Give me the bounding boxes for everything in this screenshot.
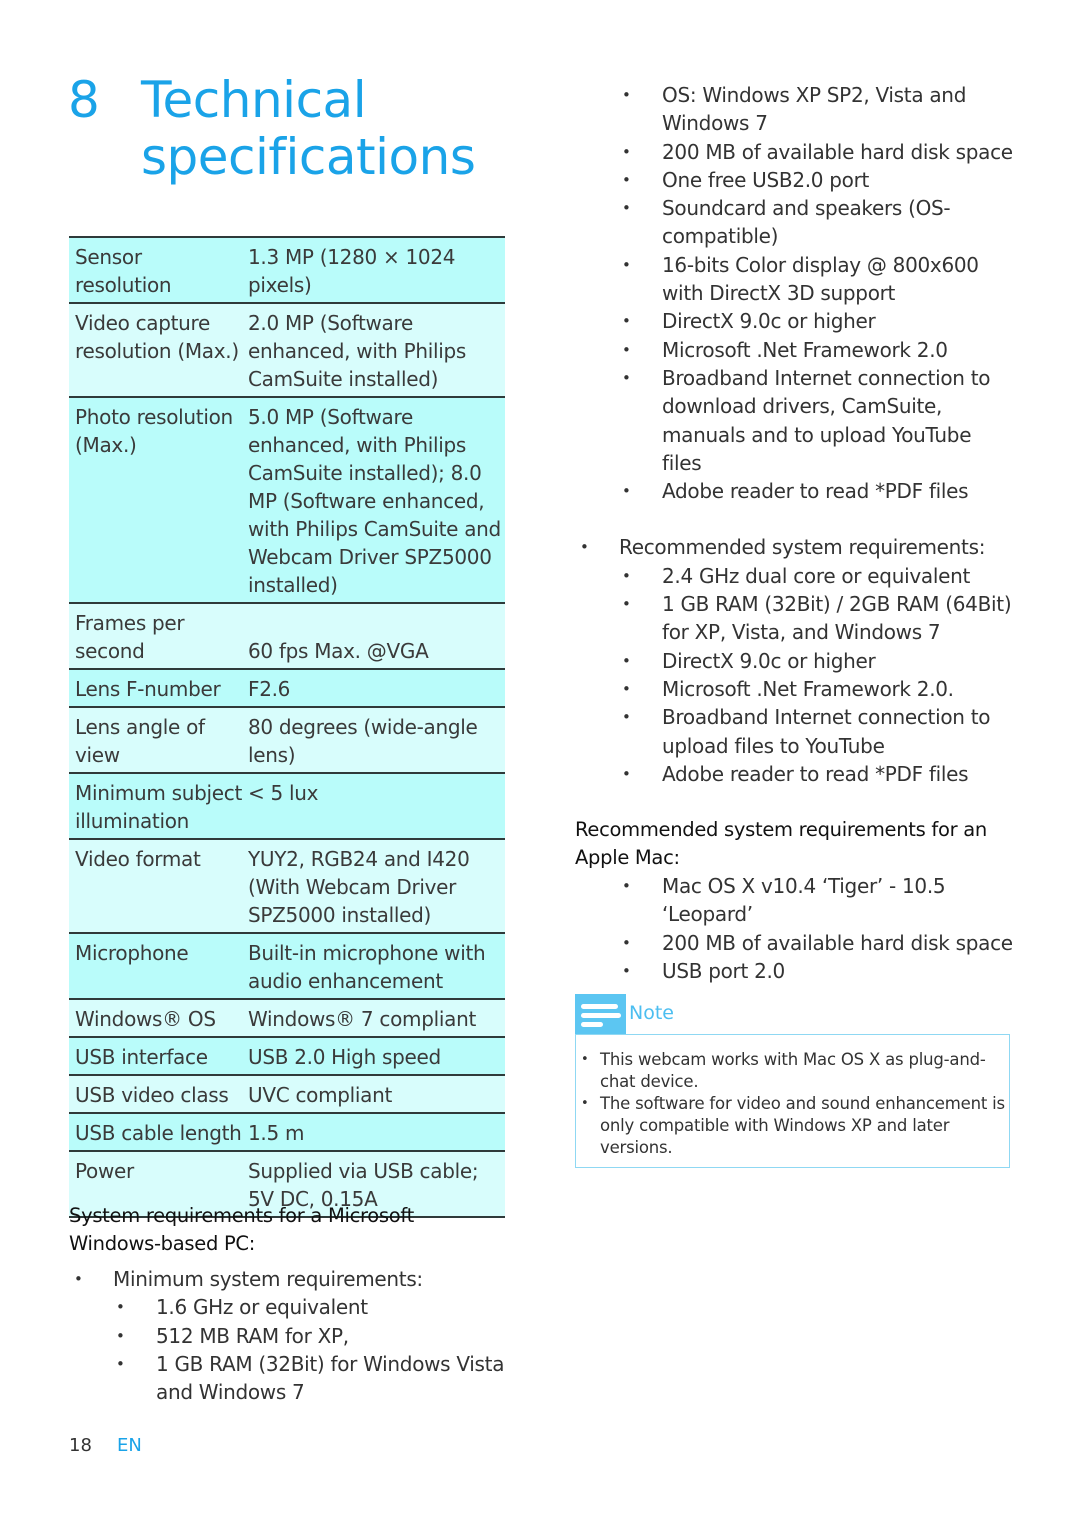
list-item: Microsoft .Net Framework 2.0. <box>619 675 1015 704</box>
spec-row: Minimum subject illumination < 5 lux <box>69 773 505 839</box>
spec-value: < 5 lux <box>248 781 319 805</box>
spec-row: Photo resolution (Max.) 5.0 MP (Software … <box>69 397 505 603</box>
list-item: Adobe reader to read *PDF files <box>619 477 1015 506</box>
spec-row: Lens angle of view 80 degrees (wide-angle… <box>69 707 505 773</box>
spec-label: USB cable length <box>75 1121 242 1145</box>
windows-requirements-right: OS: Windows XP SP2, Vista and Windows 72… <box>575 81 1015 986</box>
note-icon <box>575 994 626 1034</box>
spec-label: Photo resolution (Max.) <box>75 405 233 457</box>
spec-row: Sensor resolution 1.3 MP (1280 × 1024 pix… <box>69 237 505 303</box>
spec-value: F2.6 <box>248 677 291 701</box>
spec-value: Windows® 7 compliant <box>248 1007 477 1031</box>
list-item: Microsoft .Net Framework 2.0 <box>619 336 1015 365</box>
spec-row: USB interface USB 2.0 High speed <box>69 1037 505 1075</box>
list-item: 512 MB RAM for XP, <box>113 1322 509 1351</box>
list-item: Broadband Internet connection to upload … <box>619 703 1015 760</box>
spec-row: Windows® OS Windows® 7 compliant <box>69 999 505 1037</box>
spec-value: YUY2, RGB24 and I420 (With Webcam Driver… <box>248 847 470 927</box>
note-title: Note <box>629 1002 674 1024</box>
list-item: DirectX 9.0c or higher <box>619 307 1015 336</box>
list-item: 200 MB of available hard disk space <box>619 138 1015 167</box>
mac-requirements-heading: Recommended system requirements for an A… <box>575 818 987 870</box>
spec-label: Windows® OS <box>75 1007 216 1031</box>
spec-row: Frames per second 60 fps Max. @VGA <box>69 603 505 669</box>
spec-label: Lens F-number <box>75 677 221 701</box>
list-item: 2.4 GHz dual core or equivalent <box>619 562 1015 591</box>
spec-label: USB video class <box>75 1083 229 1107</box>
spec-label: Sensor resolution <box>75 245 172 297</box>
spec-value: 1.3 MP (1280 × 1024 pixels) <box>248 245 456 297</box>
spec-label: Minimum subject illumination <box>75 781 243 833</box>
spec-value: 60 fps Max. @VGA <box>248 639 429 663</box>
note-item: The software for video and sound enhance… <box>580 1093 1005 1159</box>
list-item: DirectX 9.0c or higher <box>619 647 1015 676</box>
spec-value: 80 degrees (wide-angle lens) <box>248 715 478 767</box>
spec-label: USB interface <box>75 1045 208 1069</box>
spec-row: Lens F-number F2.6 <box>69 669 505 707</box>
list-item: USB port 2.0 <box>619 957 1015 986</box>
minimum-list-part-1: 1.6 GHz or equivalent512 MB RAM for XP,1… <box>113 1293 509 1406</box>
minimum-label: Minimum system requirements: <box>113 1267 423 1291</box>
list-item: 1 GB RAM (32Bit) / 2GB RAM (64Bit) for X… <box>619 590 1015 647</box>
minimum-list-part-2: OS: Windows XP SP2, Vista and Windows 72… <box>619 81 1015 506</box>
spec-value: 5.0 MP (Software enhanced, with Philips … <box>248 405 501 597</box>
list-item: One free USB2.0 port <box>619 166 1015 195</box>
list-item: 1 GB RAM (32Bit) for Windows Vista and W… <box>113 1350 509 1407</box>
spec-label: Microphone <box>75 941 189 965</box>
language-label: EN <box>117 1435 142 1456</box>
list-item-recommended: Recommended system requirements: 2.4 GHz… <box>575 533 1015 788</box>
spec-value: UVC compliant <box>248 1083 393 1107</box>
note-item: This webcam works with Mac OS X as plug-… <box>580 1049 1005 1093</box>
windows-requirements-heading: System requirements for a Microsoft Wind… <box>69 1204 414 1255</box>
spec-row: Microphone Built-in microphone with audio… <box>69 933 505 999</box>
spec-row: Video format YUY2, RGB24 and I420 (With W… <box>69 839 505 933</box>
spec-table: Sensor resolution 1.3 MP (1280 × 1024 pix… <box>69 236 505 1218</box>
list-item: 16-bits Color display @ 800x600 with Dir… <box>619 251 1015 308</box>
spec-row: USB cable length 1.5 m <box>69 1113 505 1151</box>
recommended-list: 2.4 GHz dual core or equivalent1 GB RAM … <box>619 562 1015 789</box>
mac-list: Mac OS X v10.4 ‘Tiger’ - 10.5 ‘Leopard’2… <box>619 872 1015 985</box>
list-item: Broadband Internet connection to downloa… <box>619 364 1015 477</box>
spec-label: Video capture resolution (Max.) <box>75 311 239 363</box>
spec-value: Built-in microphone with audio enhanceme… <box>248 941 486 993</box>
spec-value: USB 2.0 High speed <box>248 1045 441 1069</box>
list-item: Adobe reader to read *PDF files <box>619 760 1015 789</box>
list-item-minimum: Minimum system requirements: 1.6 GHz or … <box>69 1265 509 1406</box>
spec-row: Video capture resolution (Max.) 2.0 MP (S… <box>69 303 505 397</box>
list-item: 1.6 GHz or equivalent <box>113 1293 509 1322</box>
windows-requirements-left: System requirements for a Microsoft Wind… <box>69 1202 509 1406</box>
note-list: This webcam works with Mac OS X as plug-… <box>580 1049 1005 1159</box>
list-item: Mac OS X v10.4 ‘Tiger’ - 10.5 ‘Leopard’ <box>619 872 1015 929</box>
spec-value: 1.5 m <box>248 1121 305 1145</box>
spec-label: Lens angle of view <box>75 715 205 767</box>
spec-label: Video format <box>75 847 201 871</box>
chapter-title: Technical specifications <box>141 71 476 186</box>
recommended-label: Recommended system requirements: <box>619 535 986 560</box>
spec-label: Frames per second <box>75 611 185 663</box>
list-item: 200 MB of available hard disk space <box>619 929 1015 958</box>
list-item: Soundcard and speakers (OS-compatible) <box>619 194 1015 251</box>
chapter-number: 8 <box>68 71 100 129</box>
list-item: OS: Windows XP SP2, Vista and Windows 7 <box>619 81 1015 138</box>
page-number: 18 <box>69 1435 92 1456</box>
spec-row: USB video class UVC compliant <box>69 1075 505 1113</box>
spec-value: 2.0 MP (Software enhanced, with Philips … <box>248 311 467 391</box>
